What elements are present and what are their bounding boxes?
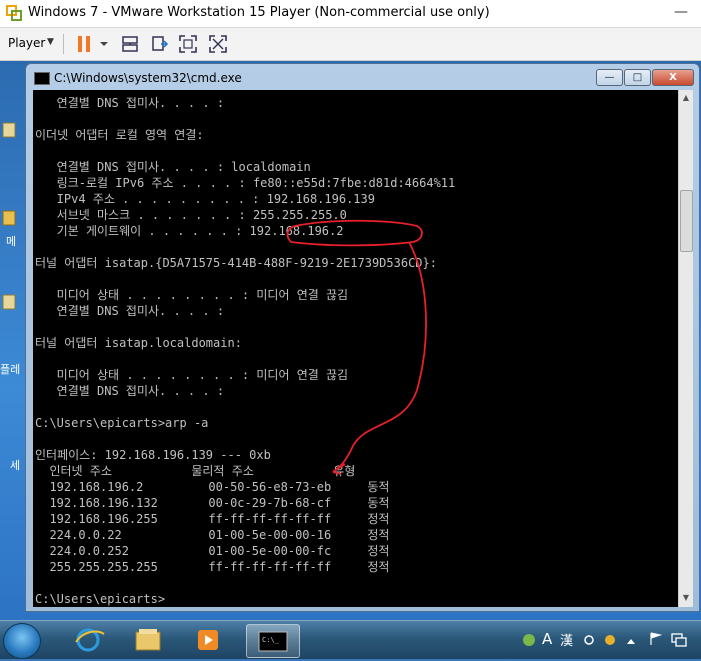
- desktop-shortcut-icon[interactable]: [2, 121, 16, 143]
- console-scrollbar[interactable]: ▲ ▼: [678, 90, 693, 607]
- media-player-icon[interactable]: [182, 624, 234, 656]
- vmware-window-title: Windows 7 - VMware Workstation 15 Player…: [28, 5, 490, 20]
- pause-icon[interactable]: [74, 34, 94, 54]
- taskbar-cmd-button[interactable]: C:\_: [246, 624, 300, 658]
- full-screen-icon[interactable]: [178, 34, 198, 54]
- cmd-maximize-button[interactable]: □: [624, 69, 651, 86]
- unity-mode-icon[interactable]: [208, 34, 228, 54]
- player-menu-button[interactable]: Player: [8, 36, 45, 50]
- cmd-taskbar-icon: C:\_: [258, 631, 288, 652]
- console-output[interactable]: 연결별 DNS 접미사. . . . : 이더넷 어댑터 로컬 영역 연결: 연…: [33, 90, 678, 607]
- vmware-minimize-button[interactable]: —: [667, 0, 695, 27]
- file-explorer-icon[interactable]: [122, 624, 174, 656]
- scrollbar-thumb[interactable]: [680, 190, 693, 252]
- pause-dropdown-icon[interactable]: [94, 34, 114, 54]
- desktop-icon-label: 메: [6, 235, 17, 248]
- scroll-down-icon[interactable]: ▼: [679, 590, 693, 606]
- send-ctrl-alt-del-icon[interactable]: [150, 34, 170, 54]
- show-hidden-icons-icon[interactable]: [626, 637, 636, 645]
- cmd-minimize-button[interactable]: —: [596, 69, 623, 86]
- internet-explorer-icon[interactable]: [62, 624, 114, 656]
- cmd-window-title: C:\Windows\system32\cmd.exe: [54, 71, 242, 85]
- network-status-icon[interactable]: [670, 631, 688, 647]
- red-annotation-overlay: [286, 219, 427, 475]
- vmware-toolbar: Player ▼: [0, 28, 701, 61]
- input-mode-indicator[interactable]: A: [542, 630, 552, 648]
- language-bar-icon[interactable]: [520, 631, 538, 649]
- desktop-shortcut-icon[interactable]: [2, 293, 16, 315]
- toolbar-divider: [63, 34, 64, 54]
- svg-text:C:\_: C:\_: [262, 636, 280, 644]
- scroll-up-icon[interactable]: ▲: [679, 90, 693, 106]
- start-button[interactable]: [3, 623, 41, 659]
- ime-settings-icon[interactable]: [582, 633, 596, 647]
- hanja-conversion-indicator[interactable]: 漢: [560, 630, 573, 649]
- desktop-icon-label: 세: [10, 459, 21, 472]
- chevron-down-icon[interactable]: ▼: [47, 37, 54, 47]
- cmd-close-button[interactable]: X: [652, 69, 694, 86]
- vmware-logo-icon: [6, 5, 22, 21]
- help-icon[interactable]: [604, 634, 616, 646]
- action-center-icon[interactable]: [648, 631, 664, 647]
- cmd-window: C:\Windows\system32\cmd.exe — □ X 연결별 DN…: [25, 63, 700, 612]
- vmware-titlebar: Windows 7 - VMware Workstation 15 Player…: [0, 0, 701, 28]
- cmd-app-icon: [34, 72, 50, 85]
- desktop-shortcut-icon[interactable]: [2, 209, 16, 231]
- network-devices-icon[interactable]: [120, 34, 140, 54]
- guest-taskbar: C:\_ A 漢: [0, 620, 701, 659]
- desktop-icon-label: 플레: [0, 363, 21, 376]
